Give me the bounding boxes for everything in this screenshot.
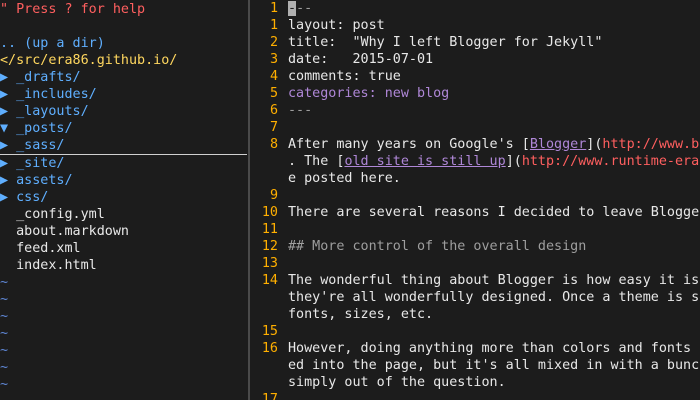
code-line[interactable]: 7 <box>252 119 700 136</box>
code-line-wrap[interactable]: simply out of the question. <box>252 374 700 391</box>
tree-item-sass[interactable]: ▶ _sass/ <box>0 137 247 155</box>
empty-line-tilde: ~ <box>0 309 9 324</box>
collapsed-arrow-icon: ▶ <box>0 87 9 102</box>
collapsed-arrow-icon: ▶ <box>0 70 9 85</box>
collapsed-arrow-icon: ▶ <box>0 173 9 188</box>
collapsed-arrow-icon: ▶ <box>0 156 9 171</box>
tree-item-css[interactable]: ▶ css/ <box>0 189 247 206</box>
code-line[interactable]: 13 <box>252 255 700 272</box>
tree-item-index[interactable]: index.html <box>0 257 247 274</box>
tree-item-config[interactable]: _config.yml <box>0 206 247 223</box>
split-separator[interactable] <box>248 0 250 400</box>
tree-item-about[interactable]: about.markdown <box>0 223 247 240</box>
empty-line-tilde: ~ <box>0 377 9 392</box>
code-line[interactable]: 17 <box>252 391 700 400</box>
vim-window: " Press ? for help .. (up a dir) </src/e… <box>0 0 700 400</box>
code-line[interactable]: 4 comments: true <box>252 68 700 85</box>
current-directory: </src/era86.github.io/ <box>0 53 178 68</box>
tree-item-feed[interactable]: feed.xml <box>0 240 247 257</box>
up-dir-link[interactable]: .. (up a dir) <box>0 35 247 52</box>
code-line[interactable]: 1 layout: post <box>252 17 700 34</box>
markdown-link[interactable]: Blogger <box>530 137 586 152</box>
text-cursor: - <box>288 1 297 16</box>
code-line[interactable]: 1 --- <box>252 0 700 17</box>
empty-line-tilde: ~ <box>0 360 9 375</box>
code-line[interactable]: 9 <box>252 187 700 204</box>
code-line[interactable]: 8 After many years on Google's [Blogger](… <box>252 136 700 153</box>
empty-line-tilde: ~ <box>0 393 247 400</box>
code-line[interactable]: 12 ## More control of the overall design <box>252 238 700 255</box>
empty-line-tilde: ~ <box>0 343 9 358</box>
code-line[interactable]: 16 However, doing anything more than colo… <box>252 340 700 357</box>
collapsed-arrow-icon: ▶ <box>0 190 9 205</box>
code-line[interactable]: 3 date: 2015-07-01 <box>252 51 700 68</box>
code-line[interactable]: 6 --- <box>252 102 700 119</box>
code-line-wrap[interactable]: . The [old site is still up](http://www.… <box>252 153 700 170</box>
tree-item-layouts[interactable]: ▶ _layouts/ <box>0 103 247 120</box>
code-line[interactable]: 5 categories: new blog <box>252 85 700 102</box>
code-line[interactable]: 14 The wonderful thing about Blogger is h… <box>252 272 700 289</box>
code-line-wrap[interactable]: e posted here. <box>252 170 700 187</box>
tree-item-drafts[interactable]: ▶ _drafts/ <box>0 69 247 86</box>
collapsed-arrow-icon: ▶ <box>0 138 9 153</box>
code-line-wrap[interactable]: fonts, sizes, etc. <box>252 306 700 323</box>
tree-item-includes[interactable]: ▶ _includes/ <box>0 86 247 103</box>
code-line[interactable]: 2 title: "Why I left Blogger for Jekyll" <box>252 34 700 51</box>
tree-item-site[interactable]: ▶ _site/ <box>0 155 247 172</box>
expanded-arrow-icon: ▼ <box>0 121 9 136</box>
empty-line-tilde: ~ <box>0 292 9 307</box>
link-url: http://www.runtime-era <box>521 154 700 169</box>
tree-item-posts[interactable]: ▼ _posts/ <box>0 120 247 137</box>
code-line-wrap[interactable]: ed into the page, but it's all mixed in … <box>252 357 700 374</box>
link-url: http://www.b <box>602 137 700 152</box>
empty-line-tilde: ~ <box>0 326 9 341</box>
code-line-wrap[interactable]: they're all wonderfully designed. Once a… <box>252 289 700 306</box>
collapsed-arrow-icon: ▶ <box>0 104 9 119</box>
code-line[interactable]: 15 <box>252 323 700 340</box>
code-line[interactable]: 10 There are several reasons I decided to… <box>252 204 700 221</box>
markdown-link[interactable]: old site is still up <box>344 154 505 169</box>
code-line[interactable]: 11 <box>252 221 700 238</box>
editor-pane[interactable]: 1 --- 1 layout: post 2 title: "Why I left B… <box>252 0 700 400</box>
tree-item-assets[interactable]: ▶ assets/ <box>0 172 247 189</box>
nerdtree-pane[interactable]: " Press ? for help .. (up a dir) </src/e… <box>0 0 247 400</box>
help-hint: " Press ? for help <box>0 2 146 17</box>
empty-line-tilde: ~ <box>0 275 9 290</box>
